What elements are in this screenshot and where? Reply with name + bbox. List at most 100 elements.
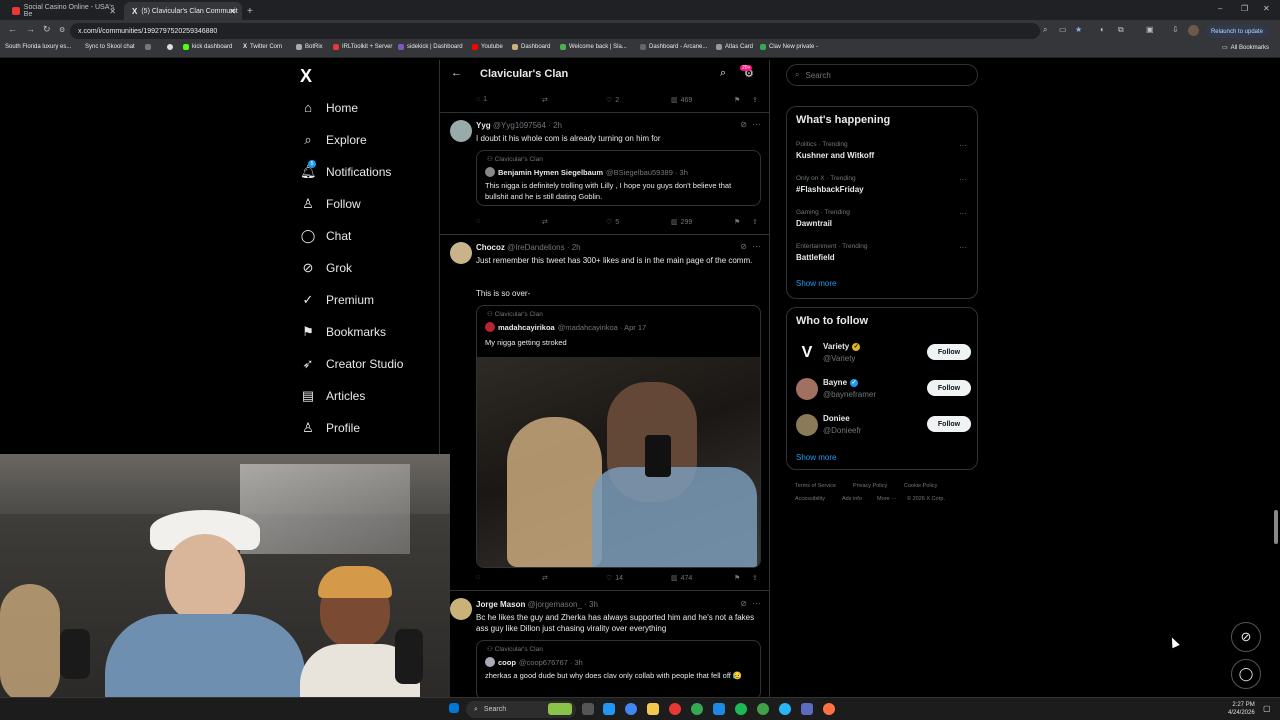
tweet[interactable]: Yyg @Yyg1097564 · 2h ⊘ ··· I doubt it hi… bbox=[440, 112, 769, 234]
app-icon[interactable] bbox=[801, 703, 813, 715]
avatar[interactable] bbox=[450, 120, 472, 142]
task-view-icon[interactable] bbox=[582, 703, 594, 715]
repost-button[interactable]: ⇄ bbox=[542, 96, 548, 104]
bookmark-item[interactable]: Welcome back | Sla... bbox=[560, 44, 627, 50]
search-icon[interactable]: ⌕ bbox=[720, 67, 726, 80]
telegram-icon[interactable] bbox=[779, 703, 791, 715]
show-more-link[interactable]: Show more bbox=[796, 279, 836, 288]
avatar[interactable] bbox=[450, 242, 472, 264]
nav-creator-studio[interactable]: ➶ Creator Studio bbox=[300, 356, 404, 372]
widget-icon[interactable] bbox=[548, 703, 572, 715]
grok-icon[interactable]: ⊘ bbox=[740, 120, 747, 129]
trend-item[interactable]: Entertainment · Trending Battlefield ··· bbox=[787, 241, 977, 271]
follow-button[interactable]: Follow bbox=[927, 344, 971, 360]
taskbar-clock[interactable]: 2:27 PM 4/24/2026 bbox=[1228, 701, 1255, 717]
bookmark-item[interactable]: Atlas Card bbox=[716, 44, 753, 50]
more-icon[interactable]: ··· bbox=[752, 119, 761, 129]
nav-profile[interactable]: ♙ Profile bbox=[300, 420, 360, 436]
bookmark-item[interactable]: BotRix bbox=[296, 44, 323, 50]
new-tab-button[interactable]: + bbox=[244, 2, 258, 20]
nav-home[interactable]: ⌂ Home bbox=[300, 100, 358, 115]
relaunch-button[interactable]: Relaunch to update bbox=[1206, 25, 1268, 38]
app-icon[interactable] bbox=[669, 703, 681, 715]
bookmark-item[interactable]: IRLToolkit + Server bbox=[333, 44, 392, 50]
footer-ads-info[interactable]: Ads info bbox=[842, 496, 862, 502]
extension-icon[interactable]: ◐ bbox=[1100, 25, 1105, 34]
browser-tab[interactable]: Social Casino Online - USA's Be ✕ bbox=[4, 2, 122, 20]
chrome-icon[interactable] bbox=[625, 703, 637, 715]
like-button[interactable]: ♡ 2 bbox=[606, 96, 619, 105]
show-more-link[interactable]: Show more bbox=[796, 453, 836, 462]
nav-articles[interactable]: ▤ Articles bbox=[300, 388, 366, 404]
trend-item[interactable]: Politics · Trending Kushner and Witkoff … bbox=[787, 139, 977, 169]
tweet-author[interactable]: Chocoz @IreDandelions · 2h bbox=[476, 243, 581, 252]
profile-avatar[interactable] bbox=[1188, 25, 1199, 36]
grok-icon[interactable]: ⊘ bbox=[740, 242, 747, 251]
firefox-icon[interactable] bbox=[823, 703, 835, 715]
footer-privacy[interactable]: Privacy Policy bbox=[853, 483, 887, 489]
scrollbar-thumb[interactable] bbox=[1274, 510, 1278, 544]
nav-grok[interactable]: ⊘ Grok bbox=[300, 260, 352, 276]
bookmark-button[interactable]: ⚑ bbox=[734, 96, 740, 104]
tweet[interactable]: Jorge Mason @jorgemason_ · 3h ⊘ ··· Bc h… bbox=[440, 590, 769, 697]
bookmark-item[interactable]: X Twitter Com bbox=[243, 44, 282, 50]
repost-button[interactable]: ⇄ bbox=[542, 218, 548, 226]
close-tab-icon[interactable]: ✕ bbox=[229, 7, 236, 16]
messages-float-button[interactable]: ◯ bbox=[1231, 659, 1261, 689]
follow-suggestion[interactable]: Bayne ✓ @bayneframer Follow bbox=[787, 376, 977, 404]
cast-icon[interactable]: ▭ bbox=[1059, 25, 1067, 34]
chrome-icon[interactable] bbox=[691, 703, 703, 715]
bookmark-item[interactable]: Clav New private - bbox=[760, 44, 818, 50]
follow-button[interactable]: Follow bbox=[927, 416, 971, 432]
grok-icon[interactable]: ⊘ bbox=[740, 599, 747, 608]
more-icon[interactable]: ··· bbox=[959, 209, 967, 218]
footer-accessibility[interactable]: Accessibility bbox=[795, 496, 825, 502]
tweet[interactable]: Chocoz @IreDandelions · 2h ⊘ ··· Just re… bbox=[440, 234, 769, 590]
quoted-tweet[interactable]: ⚇ Clavicular's Clan Benjamin Hymen Siege… bbox=[476, 150, 761, 206]
maximize-icon[interactable]: ❐ bbox=[1241, 4, 1248, 13]
more-icon[interactable]: ··· bbox=[959, 175, 967, 184]
forward-icon[interactable]: → bbox=[26, 24, 35, 34]
reply-button[interactable]: ◌ bbox=[476, 218, 480, 225]
views-button[interactable]: ▥ 469 bbox=[671, 96, 692, 105]
app-icon[interactable] bbox=[713, 703, 725, 715]
quoted-tweet[interactable]: ⚇ Clavicular's Clan coop @coop676767 · 3h… bbox=[476, 640, 761, 697]
app-icon[interactable] bbox=[757, 703, 769, 715]
reply-button[interactable]: ◌ 1 bbox=[476, 96, 487, 103]
nav-premium[interactable]: ✓ Premium bbox=[300, 292, 374, 308]
footer-terms[interactable]: Terms of Service bbox=[795, 483, 836, 489]
bookmark-item[interactable]: South Florida luxury es... bbox=[5, 44, 71, 50]
page-scrollbar[interactable] bbox=[1273, 60, 1279, 697]
notification-center-icon[interactable]: ▢ bbox=[1263, 704, 1271, 713]
all-bookmarks[interactable]: ▭ All Bookmarks bbox=[1222, 44, 1269, 52]
zoom-icon[interactable]: ⌕ bbox=[1043, 25, 1047, 35]
bookmark-item[interactable] bbox=[145, 44, 151, 50]
star-icon[interactable]: ★ bbox=[1075, 25, 1082, 34]
more-icon[interactable]: ··· bbox=[959, 243, 967, 252]
repost-button[interactable]: ⇄ bbox=[542, 574, 548, 582]
follow-suggestion[interactable]: Doniee @Donieefr Follow bbox=[787, 412, 977, 440]
tweet-author[interactable]: Yyg @Yyg1097564 · 2h bbox=[476, 121, 562, 130]
avatar[interactable] bbox=[450, 598, 472, 620]
more-icon[interactable]: ··· bbox=[752, 598, 761, 608]
bookmark-item[interactable] bbox=[167, 44, 173, 50]
nav-notifications[interactable]: 🔔︎ 5 Notifications bbox=[300, 160, 391, 180]
follow-suggestion[interactable]: V Variety ✓ @Variety Follow bbox=[787, 340, 977, 368]
back-icon[interactable]: ← bbox=[8, 24, 17, 34]
close-tab-icon[interactable]: ✕ bbox=[109, 7, 116, 16]
bookmark-item[interactable]: kick dashboard bbox=[183, 44, 232, 50]
share-button[interactable]: ⇪ bbox=[752, 218, 758, 226]
bookmark-item[interactable]: Dashboard bbox=[512, 44, 550, 50]
site-info-icon[interactable]: ⚙ bbox=[59, 26, 65, 34]
footer-more[interactable]: More ··· bbox=[877, 496, 897, 502]
sidepanel-icon[interactable]: ▣ bbox=[1146, 25, 1154, 34]
bookmark-button[interactable]: ⚑ bbox=[734, 574, 740, 582]
download-icon[interactable]: ⇩ bbox=[1172, 25, 1179, 34]
tweet-media-image[interactable] bbox=[477, 357, 760, 567]
trend-item[interactable]: Gaming · Trending Dawntrail ··· bbox=[787, 207, 977, 237]
grok-float-button[interactable]: ⊘ bbox=[1231, 622, 1261, 652]
nav-follow[interactable]: ♙ Follow bbox=[300, 196, 361, 212]
quoted-tweet[interactable]: ⚇ Clavicular's Clan madahcayirikoa @madah… bbox=[476, 305, 761, 568]
browser-tab-active[interactable]: X (5) Clavicular's Clan Communit ✕ bbox=[124, 2, 242, 20]
file-explorer-icon[interactable] bbox=[647, 703, 659, 715]
